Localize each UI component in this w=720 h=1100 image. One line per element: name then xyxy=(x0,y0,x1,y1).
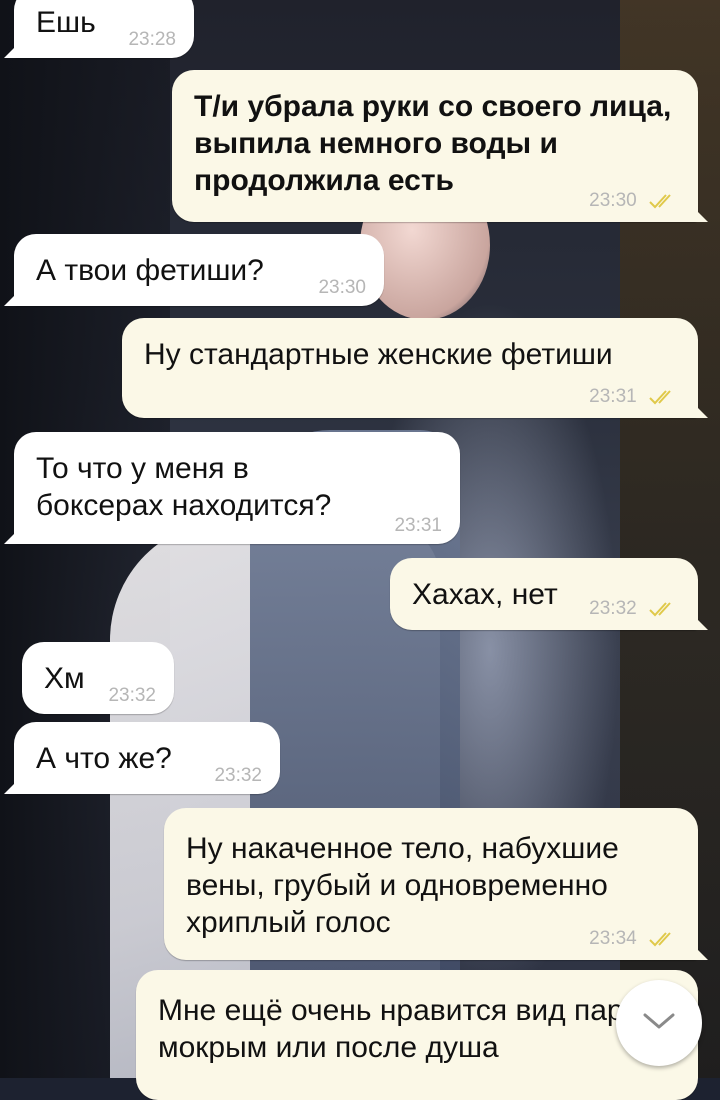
message-text: То что у меня в боксерах находится? xyxy=(36,452,332,522)
message-time: 23:31 xyxy=(589,386,637,407)
message-incoming[interactable]: Ешь 23:28 xyxy=(4,0,194,58)
message-time: 23:34 xyxy=(589,928,637,949)
message-text: Ешь xyxy=(36,6,96,39)
message-text: Хахах, нет xyxy=(412,578,558,611)
message-text: А твои фетиши? xyxy=(36,254,264,287)
chevron-down-icon xyxy=(642,1011,676,1036)
message-time: 23:32 xyxy=(589,598,637,619)
message-text: Мне ещё очень нравится вид парня мокрым … xyxy=(158,994,657,1064)
message-text: А что же? xyxy=(36,742,172,775)
message-text: Хм xyxy=(44,662,85,695)
double-check-icon xyxy=(648,931,678,952)
message-incoming[interactable]: То что у меня в боксерах находится? 23:3… xyxy=(4,432,460,544)
message-time: 23:28 xyxy=(128,29,176,50)
message-text: Ну стандартные женские фетиши xyxy=(144,338,613,371)
message-incoming[interactable]: А что же? 23:32 xyxy=(4,722,280,794)
message-time: 23:30 xyxy=(318,277,366,298)
message-outgoing[interactable]: Ну стандартные женские фетиши 23:31 xyxy=(122,318,708,418)
double-check-icon xyxy=(648,389,678,410)
message-outgoing[interactable]: Хахах, нет 23:32 xyxy=(390,558,708,630)
message-text: Т/и убрала руки со своего лица, выпила н… xyxy=(194,90,672,197)
message-list[interactable]: Ешь 23:28 Т/и убрала руки со своего лица… xyxy=(0,0,720,1100)
double-check-icon xyxy=(648,601,678,622)
message-time: 23:30 xyxy=(589,190,637,211)
message-incoming[interactable]: Хм 23:32 xyxy=(22,642,174,714)
message-outgoing[interactable]: Мне ещё очень нравится вид парня мокрым … xyxy=(136,970,698,1100)
message-incoming[interactable]: А твои фетиши? 23:30 xyxy=(4,234,384,306)
message-time: 23:32 xyxy=(214,765,262,786)
message-outgoing[interactable]: Ну накаченное тело, набухшие вены, грубы… xyxy=(164,808,708,960)
message-text: Ну накаченное тело, набухшие вены, грубы… xyxy=(186,832,619,939)
message-outgoing[interactable]: Т/и убрала руки со своего лица, выпила н… xyxy=(172,70,708,222)
scroll-down-button[interactable] xyxy=(616,980,702,1066)
double-check-icon xyxy=(648,193,678,214)
message-time: 23:32 xyxy=(108,685,156,706)
message-time: 23:31 xyxy=(394,515,442,536)
